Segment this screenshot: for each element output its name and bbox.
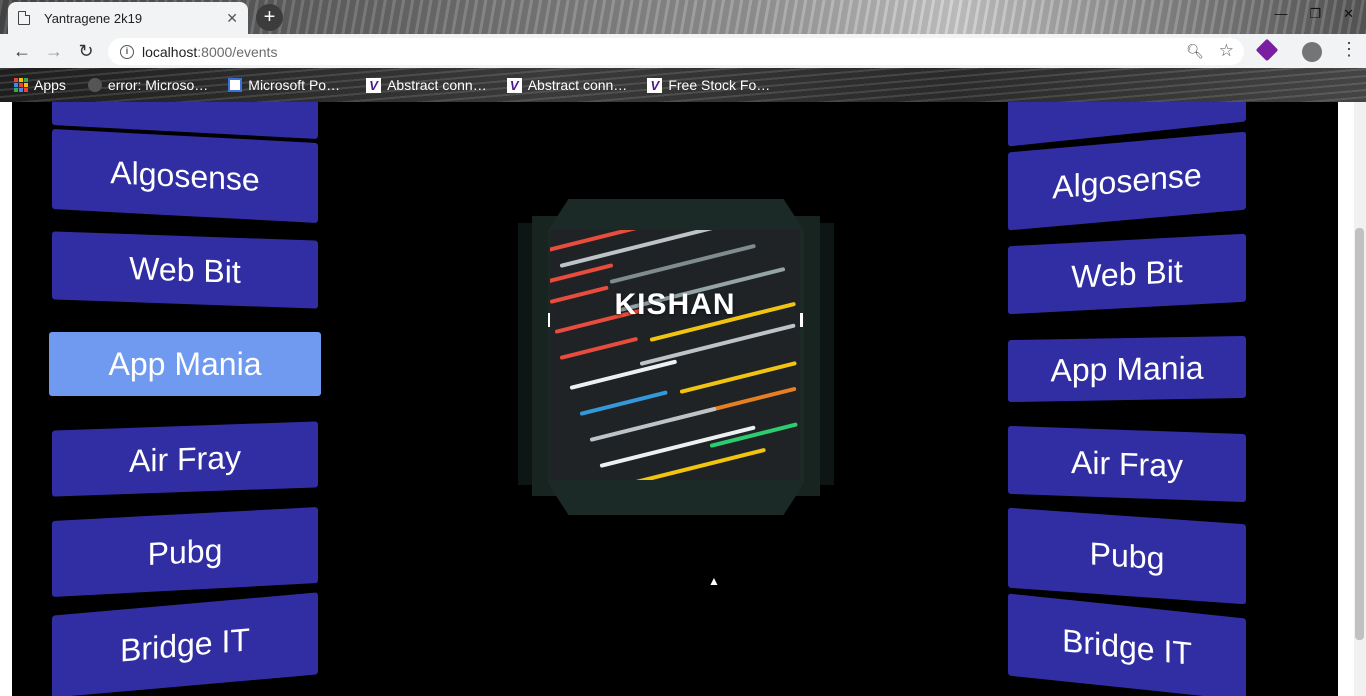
bookmark-apps[interactable]: Apps: [14, 77, 66, 93]
event-label: Algosense: [1052, 155, 1202, 206]
tab-strip: Yantragene 2k19 ✕ + — ❐ ✕: [0, 0, 1366, 34]
bookmarks-bar: Apps error: Microso… Microsoft Po… V Abs…: [0, 68, 1366, 102]
reload-icon[interactable]: ↻: [70, 41, 102, 62]
restore-icon[interactable]: ❐: [1309, 6, 1321, 22]
browser-menu-icon[interactable]: ⋮: [1340, 40, 1358, 58]
event-left-algosense[interactable]: Algosense: [52, 129, 318, 223]
bookmark-label: Abstract conn…: [527, 77, 628, 93]
bookmark-label: Apps: [34, 77, 66, 93]
events-page: Algosense Web Bit App Mania Air Fray Pub…: [0, 102, 1366, 696]
scroll-thumb[interactable]: [1355, 228, 1364, 640]
minimize-icon[interactable]: —: [1274, 6, 1287, 22]
event-left-pubg[interactable]: Pubg: [52, 507, 318, 597]
cube-edge-mark: [800, 313, 803, 327]
event-label: Air Fray: [1071, 443, 1183, 484]
event-label: App Mania: [1050, 349, 1204, 388]
tab-title: Yantragene 2k19: [44, 10, 143, 26]
event-right-pubg[interactable]: Pubg: [1008, 507, 1246, 605]
close-window-icon[interactable]: ✕: [1343, 6, 1354, 22]
page-left-edge: [0, 102, 12, 696]
bookmark-label: error: Microso…: [107, 77, 209, 93]
url-path: :8000/events: [197, 43, 278, 60]
page-scrollbar[interactable]: [1338, 102, 1366, 696]
event-right-app-mania[interactable]: App Mania: [1008, 335, 1246, 403]
event-label: Bridge IT: [1062, 621, 1192, 672]
zoom-icon[interactable]: 🔍︎: [1186, 43, 1204, 60]
event-label: Web Bit: [129, 249, 241, 290]
cube-marker-icon: ▲: [708, 574, 720, 588]
bookmark-label: Microsoft Po…: [248, 77, 341, 93]
profile-avatar-icon[interactable]: [1302, 42, 1322, 62]
page-icon: [18, 11, 30, 25]
info-icon[interactable]: i: [120, 44, 134, 59]
event-right-bridge-it[interactable]: Bridge IT: [1008, 593, 1246, 696]
v-icon: V: [506, 77, 522, 93]
event-left-air-fray[interactable]: Air Fray: [52, 421, 318, 497]
v-icon: V: [647, 77, 663, 93]
event-label: Pubg: [147, 531, 223, 572]
window-controls: — ❐ ✕: [1274, 6, 1354, 22]
event-label: App Mania: [108, 345, 262, 382]
event-right-air-fray[interactable]: Air Fray: [1008, 425, 1246, 503]
event-label: Air Fray: [129, 438, 241, 479]
v-icon: V: [366, 77, 382, 93]
cube-title: KISHAN: [614, 288, 736, 321]
event-left-web-bit[interactable]: Web Bit: [52, 231, 318, 309]
event-right-algosense[interactable]: Algosense: [1008, 131, 1246, 231]
microsoft-icon: [228, 78, 243, 92]
event-right-web-bit[interactable]: Web Bit: [1008, 233, 1246, 315]
browser-tab[interactable]: Yantragene 2k19 ✕: [8, 2, 248, 34]
bookmark-star-icon[interactable]: ☆: [1219, 41, 1234, 61]
bookmark-item[interactable]: Microsoft Po…: [228, 77, 340, 93]
bookmark-item[interactable]: V Abstract conn…: [366, 77, 487, 93]
close-tab-icon[interactable]: ✕: [226, 10, 238, 27]
apps-grid-icon: [14, 78, 28, 92]
address-bar[interactable]: i localhost :8000/events 🔍︎ ☆: [108, 38, 1244, 65]
event-label: Bridge IT: [120, 620, 250, 669]
bookmark-label: Abstract conn…: [387, 77, 487, 93]
back-icon[interactable]: ←: [6, 41, 38, 62]
event-label: Algosense: [110, 153, 260, 198]
scroll-gutter: [1338, 102, 1354, 696]
bookmark-item[interactable]: error: Microso…: [87, 77, 209, 93]
cube-front-face: KISHAN: [550, 230, 800, 480]
event-left-bridge-it[interactable]: Bridge IT: [52, 592, 318, 696]
bookmark-label: Free Stock Fo…: [668, 77, 771, 93]
bookmark-item[interactable]: V Free Stock Fo…: [647, 77, 770, 93]
github-icon: [87, 78, 102, 92]
rotating-cube[interactable]: KISHAN ▲: [518, 199, 834, 588]
event-label: Web Bit: [1071, 252, 1183, 295]
browser-toolbar: ← → ↻ i localhost :8000/events 🔍︎ ☆: [0, 34, 1366, 68]
forward-icon[interactable]: →: [38, 41, 70, 62]
event-label: Pubg: [1089, 534, 1165, 577]
url-host: localhost: [142, 43, 198, 60]
event-left-app-mania[interactable]: App Mania: [49, 332, 321, 396]
new-tab-button[interactable]: +: [256, 4, 283, 31]
bookmark-item[interactable]: V Abstract conn…: [506, 77, 628, 93]
